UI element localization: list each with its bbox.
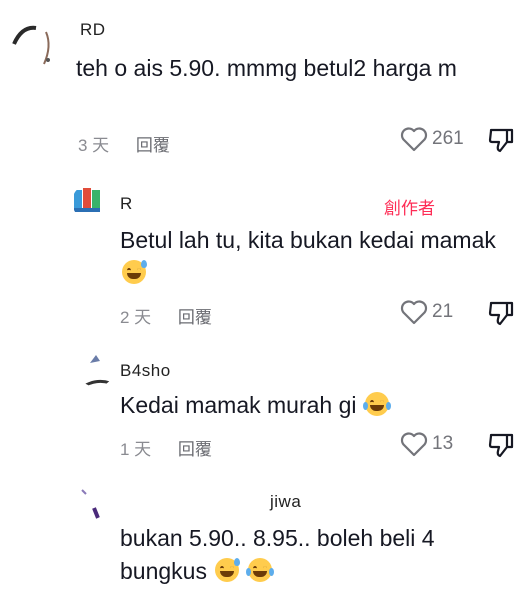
- reply-item: jiwa bukan 5.90.. 8.95.. boleh beli 4 bu…: [0, 478, 525, 598]
- username[interactable]: RD: [80, 20, 106, 40]
- comment-meta: 3 天 回覆: [78, 131, 170, 156]
- like-count: 21: [432, 301, 454, 322]
- reply-item: R 創作者 Betul lah tu, kita bukan kedai mam…: [0, 170, 525, 335]
- thumb-down-outline-icon[interactable]: [487, 128, 515, 158]
- avatar[interactable]: [78, 351, 114, 387]
- creator-badge: 創作者: [384, 194, 435, 219]
- tears-of-joy-emoji: [245, 558, 274, 582]
- comment-text: Kedai mamak murah gi: [120, 389, 500, 422]
- creator-label: 創作者: [384, 199, 435, 218]
- avatar[interactable]: [12, 24, 56, 68]
- reply-button[interactable]: 回覆: [178, 303, 212, 328]
- avatar[interactable]: [72, 184, 108, 220]
- comment-item: RD teh o ais 5.90. mmmg betul2 harga m 3…: [0, 0, 525, 165]
- thumb-down-outline-icon[interactable]: [487, 433, 515, 463]
- timestamp: 1 天: [120, 440, 152, 459]
- avatar[interactable]: [72, 484, 108, 520]
- heart-outline-icon[interactable]: [400, 126, 428, 152]
- like-button[interactable]: 261: [400, 126, 464, 152]
- heart-outline-icon[interactable]: [400, 299, 428, 325]
- like-button[interactable]: 13: [400, 431, 453, 457]
- timestamp: 3 天: [78, 136, 110, 155]
- comment-text-content: teh o ais 5.90. mmmg betul2 harga m: [76, 55, 457, 81]
- thumb-down-outline-icon[interactable]: [487, 301, 515, 331]
- username-text[interactable]: jiwa: [270, 492, 301, 511]
- like-button[interactable]: 21: [400, 299, 453, 325]
- comment-text-content: Betul lah tu, kita bukan kedai mamak: [120, 227, 496, 253]
- username-text[interactable]: RD: [80, 20, 106, 39]
- reply-button[interactable]: 回覆: [136, 131, 170, 156]
- comment-text-content: Kedai mamak murah gi: [120, 392, 357, 418]
- tears-of-joy-emoji: [362, 392, 391, 416]
- comment-meta: 2 天 回覆: [120, 303, 212, 328]
- grinning-sweat-emoji: [122, 260, 147, 284]
- username[interactable]: B4sho: [120, 361, 171, 381]
- timestamp: 2 天: [120, 308, 152, 327]
- username[interactable]: jiwa: [270, 492, 301, 512]
- comment-text-content: bukan 5.90.. 8.95.. boleh beli 4 bungkus: [120, 525, 435, 584]
- comment-meta: 1 天 回覆: [120, 435, 212, 460]
- dislike-button[interactable]: [487, 431, 515, 464]
- heart-outline-icon[interactable]: [400, 431, 428, 457]
- reply-button[interactable]: 回覆: [178, 435, 212, 460]
- like-count: 13: [432, 433, 454, 454]
- username-text[interactable]: B4sho: [120, 361, 171, 380]
- dislike-button[interactable]: [487, 126, 515, 159]
- username[interactable]: R: [120, 194, 133, 214]
- comment-text: bukan 5.90.. 8.95.. boleh beli 4 bungkus: [120, 522, 500, 588]
- grinning-sweat-emoji: [215, 558, 241, 582]
- reply-item: B4sho Kedai mamak murah gi 1 天 回覆 13: [0, 345, 525, 475]
- comment-text: teh o ais 5.90. mmmg betul2 harga m: [76, 52, 496, 85]
- like-count: 261: [432, 128, 464, 149]
- comment-text: Betul lah tu, kita bukan kedai mamak: [120, 224, 500, 290]
- username-text[interactable]: R: [120, 194, 133, 213]
- dislike-button[interactable]: [487, 299, 515, 332]
